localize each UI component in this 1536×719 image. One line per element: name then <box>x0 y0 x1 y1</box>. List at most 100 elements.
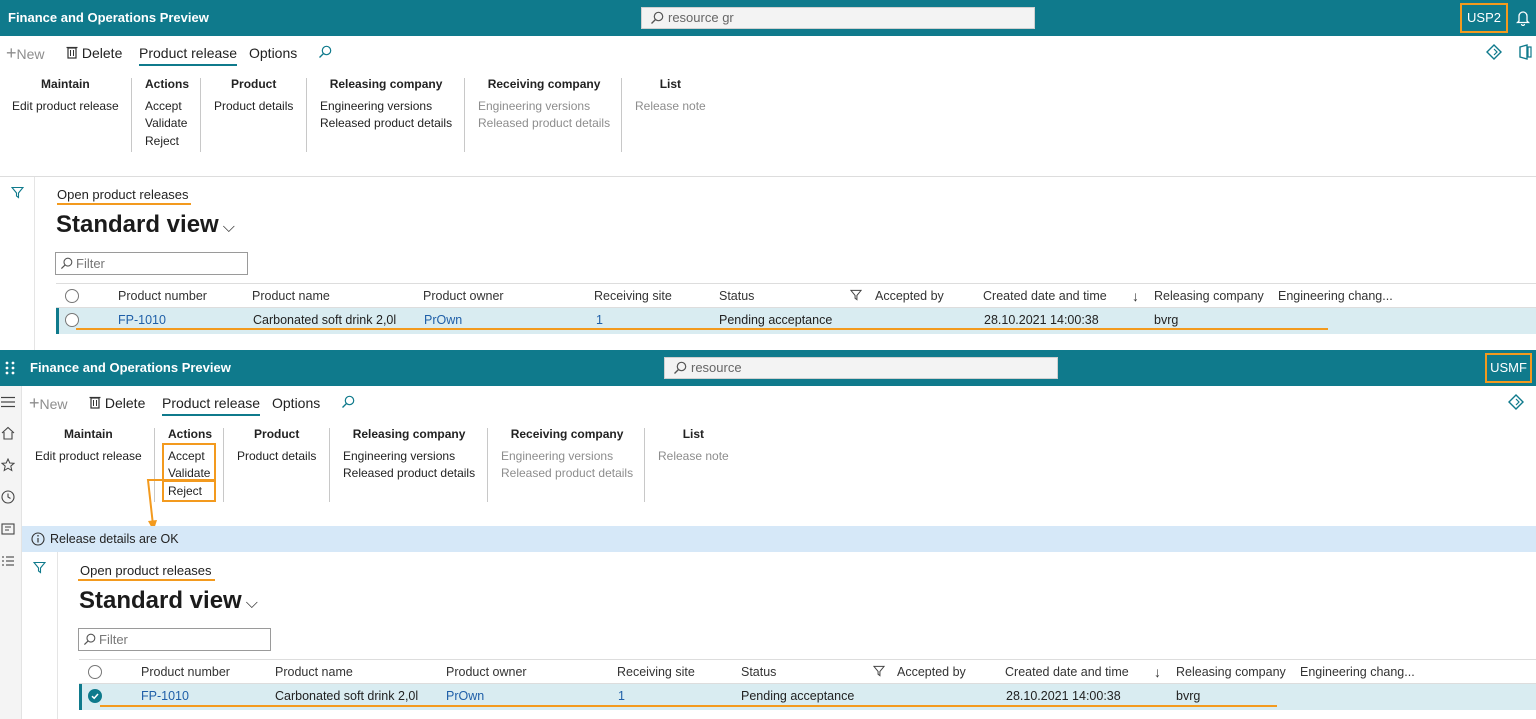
view-selector[interactable]: Standard view ⌵ <box>56 211 235 239</box>
company-picker[interactable]: USMF <box>1485 353 1532 383</box>
modules-list-icon[interactable] <box>1 554 15 568</box>
top-screenshot-panel: Finance and Operations Preview resource … <box>0 0 1536 350</box>
highlight-underline <box>57 203 191 205</box>
row-select-radio[interactable] <box>65 313 79 327</box>
company-picker[interactable]: USP2 <box>1460 3 1508 33</box>
group-product: Product Product details <box>214 76 293 115</box>
column-header[interactable]: Product owner <box>423 284 504 308</box>
releasing-released-product-details-button[interactable]: Released product details <box>343 465 475 483</box>
product-details-button[interactable]: Product details <box>214 98 293 116</box>
app-launcher-icon[interactable] <box>4 360 18 376</box>
column-header[interactable]: Product number <box>118 284 207 308</box>
receiving-engineering-versions-button[interactable]: Engineering versions <box>478 98 610 116</box>
workspace-icon[interactable] <box>1 522 15 536</box>
view-selector[interactable]: Standard view ⌵ <box>79 587 258 615</box>
releasing-engineering-versions-button[interactable]: Engineering versions <box>320 98 452 116</box>
column-header[interactable]: Engineering chang... <box>1300 660 1415 684</box>
column-header[interactable]: Status <box>741 660 776 684</box>
grid-filter-input[interactable]: Filter <box>78 628 271 651</box>
column-header[interactable]: Product name <box>275 660 353 684</box>
reject-button[interactable]: Reject <box>145 133 189 151</box>
accept-button[interactable]: Accept <box>145 98 189 116</box>
group-list-header: List <box>659 77 682 91</box>
edit-product-release-button[interactable]: Edit product release <box>35 448 142 466</box>
column-header[interactable]: Accepted by <box>897 660 966 684</box>
search-icon[interactable] <box>341 395 355 409</box>
view-title: Standard view <box>79 587 242 614</box>
column-filter-icon[interactable] <box>850 289 862 301</box>
group-receiving-company: Receiving company Engineering versions R… <box>501 426 633 483</box>
receiving-released-product-details-button[interactable]: Released product details <box>501 465 633 483</box>
release-note-button[interactable]: Release note <box>635 98 706 116</box>
info-icon <box>31 532 45 546</box>
tab-product-release[interactable]: Product release <box>139 44 238 66</box>
new-button[interactable]: +New <box>6 44 45 63</box>
group-releasing-header: Releasing company <box>329 77 443 91</box>
row-selected-check[interactable] <box>88 689 102 703</box>
column-header[interactable]: Receiving site <box>594 284 672 308</box>
star-icon[interactable] <box>1 458 15 472</box>
bell-icon[interactable] <box>1516 9 1530 26</box>
group-product: Product Product details <box>237 426 316 465</box>
releasing-released-product-details-button[interactable]: Released product details <box>320 115 452 133</box>
clock-icon[interactable] <box>1 490 15 504</box>
select-all-radio[interactable] <box>88 665 102 679</box>
receiving-engineering-versions-button[interactable]: Engineering versions <box>501 448 633 466</box>
group-receiving-header: Receiving company <box>510 427 624 441</box>
app-title: Finance and Operations Preview <box>8 10 209 25</box>
grid-header: Product number Product name Product owne… <box>79 659 1536 684</box>
tab-options[interactable]: Options <box>272 394 320 412</box>
group-divider <box>200 78 201 152</box>
grid-filter-input[interactable]: Filter <box>55 252 248 275</box>
home-icon[interactable] <box>1 426 15 440</box>
column-header[interactable]: Receiving site <box>617 660 695 684</box>
column-header[interactable]: Product number <box>141 660 230 684</box>
column-header[interactable]: Engineering chang... <box>1278 284 1393 308</box>
column-header[interactable]: Accepted by <box>875 284 944 308</box>
group-divider <box>644 428 645 502</box>
tab-options[interactable]: Options <box>249 44 297 62</box>
app-title: Finance and Operations Preview <box>30 360 231 375</box>
product-details-button[interactable]: Product details <box>237 448 316 466</box>
release-note-button[interactable]: Release note <box>658 448 729 466</box>
select-all-radio[interactable] <box>65 289 79 303</box>
table-row[interactable]: FP-1010 Carbonated soft drink 2,0l PrOwn… <box>56 308 1536 334</box>
filter-icon[interactable] <box>11 186 24 199</box>
global-search-input[interactable]: resource <box>664 357 1058 379</box>
delete-button[interactable]: Delete <box>89 394 145 412</box>
group-divider <box>464 78 465 152</box>
delete-button[interactable]: Delete <box>66 44 122 62</box>
action-pane-toolbar: +New Delete Product release Options <box>6 44 1536 66</box>
validate-button[interactable]: Validate <box>145 115 189 133</box>
column-header[interactable]: Created date and time <box>1005 660 1129 684</box>
global-search-input[interactable]: resource gr <box>641 7 1035 29</box>
column-header[interactable]: Releasing company <box>1154 284 1264 308</box>
column-header[interactable]: Created date and time <box>983 284 1107 308</box>
chevron-down-icon: ⌵ <box>245 595 258 612</box>
column-filter-icon[interactable] <box>873 665 885 677</box>
diamond-icon[interactable] <box>1508 394 1524 410</box>
column-header[interactable]: Status <box>719 284 754 308</box>
tab-product-release[interactable]: Product release <box>162 394 261 416</box>
search-icon[interactable] <box>318 45 332 59</box>
search-icon <box>674 361 687 374</box>
edit-product-release-button[interactable]: Edit product release <box>12 98 119 116</box>
column-header[interactable]: Releasing company <box>1176 660 1286 684</box>
new-button[interactable]: +New <box>29 394 68 413</box>
group-maintain: Maintain Edit product release <box>35 426 142 465</box>
sort-arrow-icon: ↓ <box>1154 664 1161 680</box>
group-maintain: Maintain Edit product release <box>12 76 119 115</box>
office-icon[interactable] <box>1518 44 1532 60</box>
filter-icon[interactable] <box>33 561 46 574</box>
column-header[interactable]: Product owner <box>446 660 527 684</box>
releasing-engineering-versions-button[interactable]: Engineering versions <box>343 448 475 466</box>
highlight-box <box>162 443 216 482</box>
receiving-released-product-details-button[interactable]: Released product details <box>478 115 610 133</box>
diamond-icon[interactable] <box>1486 44 1502 60</box>
column-header[interactable]: Product name <box>252 284 330 308</box>
group-actions-header: Actions <box>145 77 190 91</box>
filter-placeholder: Filter <box>76 256 105 271</box>
group-actions-header: Actions <box>168 427 213 441</box>
group-product-header: Product <box>254 427 300 441</box>
hamburger-icon[interactable] <box>1 396 15 408</box>
